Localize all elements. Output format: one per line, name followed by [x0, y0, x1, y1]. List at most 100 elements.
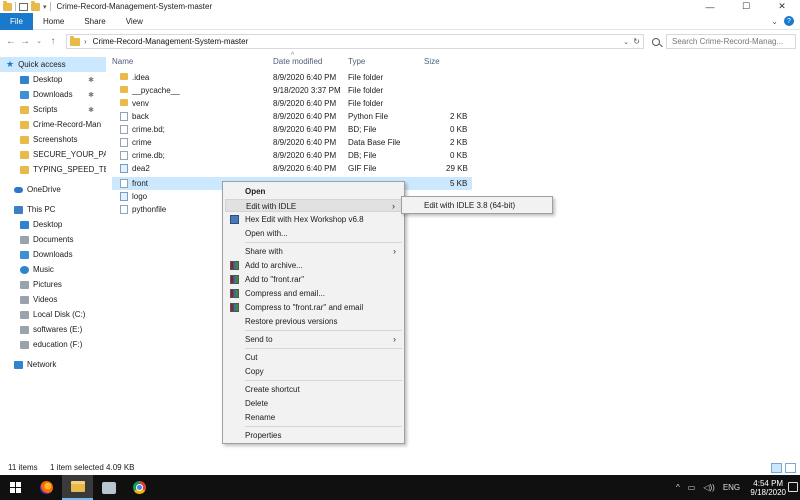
menu-item-rename[interactable]: Rename — [225, 411, 402, 424]
recent-locations-icon[interactable]: ⌄ — [32, 37, 46, 45]
properties-icon[interactable] — [19, 2, 28, 11]
menu-item-add-to-archive[interactable]: Add to archive... — [225, 259, 402, 272]
breadcrumb-path[interactable]: Crime-Record-Management-System-master — [93, 37, 249, 46]
documents-icon — [20, 235, 29, 244]
search-input[interactable]: Search Crime-Record-Manag... — [666, 34, 796, 49]
close-button[interactable]: ✕ — [764, 0, 800, 13]
expand-ribbon-icon[interactable]: ⌄ — [771, 17, 778, 26]
list-item[interactable]: __pycache__ 9/18/2020 3:37 PM File folde… — [112, 84, 472, 97]
submenu-arrow-icon: › — [392, 201, 395, 211]
nav-education-f[interactable]: education (F:) — [0, 337, 106, 352]
nav-local-disk-c[interactable]: Local Disk (C:) — [0, 307, 106, 322]
menu-item-delete[interactable]: Delete — [225, 397, 402, 410]
column-headers: ^ Name Date modified Type Size — [106, 52, 800, 68]
nav-network[interactable]: Network — [0, 357, 106, 372]
menu-item-compress-and-email[interactable]: Compress and email... — [225, 287, 402, 300]
taskbar-file-explorer[interactable] — [62, 475, 93, 500]
menu-item-edit-with-idle-3-8[interactable]: Edit with IDLE 3.8 (64-bit) — [404, 199, 550, 212]
tab-home[interactable]: Home — [33, 17, 74, 26]
customize-quick-access-icon[interactable]: ▾ — [43, 3, 47, 11]
details-view-icon[interactable] — [771, 463, 782, 473]
nav-crime-record[interactable]: Crime-Record-Man — [0, 117, 106, 132]
nav-onedrive[interactable]: OneDrive — [0, 182, 106, 197]
address-dropdown-icon[interactable]: ⌄ — [623, 38, 629, 46]
folder-icon — [3, 0, 12, 11]
file-type: GIF File — [348, 164, 377, 173]
help-icon[interactable]: ? — [784, 16, 794, 26]
menu-item-create-shortcut[interactable]: Create shortcut — [225, 383, 402, 396]
back-arrow-icon[interactable]: ← — [4, 36, 18, 47]
nav-this-pc[interactable]: This PC — [0, 202, 106, 217]
menu-item-open[interactable]: Open — [225, 185, 402, 198]
column-type[interactable]: Type — [348, 57, 365, 66]
nav-label: Music — [33, 265, 54, 274]
nav-scripts[interactable]: Scripts ✱ — [0, 102, 106, 117]
battery-icon[interactable]: ▭ — [688, 483, 696, 492]
context-menu: Open Edit with IDLE › Hex Edit with Hex … — [222, 181, 405, 444]
tab-view[interactable]: View — [116, 17, 153, 26]
nav-label: Network — [27, 360, 57, 369]
menu-item-cut[interactable]: Cut — [225, 351, 402, 364]
nav-desktop-pinned[interactable]: Desktop ✱ — [0, 72, 106, 87]
nav-music[interactable]: Music — [0, 262, 106, 277]
list-item[interactable]: crime.db; 8/9/2020 6:40 PM DB; File 0 KB — [112, 149, 472, 162]
navigation-pane: ★ Quick access Desktop ✱ Downloads ✱ Scr… — [0, 54, 106, 456]
list-item[interactable]: crime.bd; 8/9/2020 6:40 PM BD; File 0 KB — [112, 123, 472, 136]
menu-item-hex-edit[interactable]: Hex Edit with Hex Workshop v6.8 — [225, 213, 402, 226]
menu-item-open-with[interactable]: Open with... — [225, 227, 402, 240]
folder-icon — [120, 99, 128, 106]
language-indicator[interactable]: ENG — [723, 483, 740, 492]
menu-item-copy[interactable]: Copy — [225, 365, 402, 378]
list-item[interactable]: .idea 8/9/2020 6:40 PM File folder — [112, 71, 472, 84]
maximize-button[interactable]: ☐ — [728, 0, 764, 13]
refresh-icon[interactable]: ↻ — [633, 37, 640, 46]
nav-desktop[interactable]: Desktop — [0, 217, 106, 232]
notifications-icon[interactable] — [788, 482, 798, 492]
menu-item-properties[interactable]: Properties — [225, 429, 402, 442]
nav-label: Screenshots — [33, 135, 78, 144]
windows-logo-icon — [10, 482, 21, 493]
minimize-button[interactable]: — — [692, 0, 728, 13]
menu-item-add-to-front-rar[interactable]: Add to "front.rar" — [225, 273, 402, 286]
column-date-modified[interactable]: Date modified — [273, 57, 322, 66]
downloads-icon — [20, 250, 29, 259]
nav-quick-access[interactable]: ★ Quick access — [0, 57, 106, 72]
menu-divider — [245, 426, 402, 427]
address-bar[interactable]: › Crime-Record-Management-System-master … — [66, 34, 644, 49]
nav-pictures[interactable]: Pictures — [0, 277, 106, 292]
list-item[interactable]: venv 8/9/2020 6:40 PM File folder — [112, 97, 472, 110]
status-bar: 11 items 1 item selected 4.09 KB — [0, 460, 800, 475]
up-arrow-icon[interactable]: ↑ — [46, 36, 60, 47]
tab-share[interactable]: Share — [74, 17, 115, 26]
taskbar-firefox[interactable] — [31, 475, 62, 500]
large-icons-view-icon[interactable] — [785, 463, 796, 473]
nav-secure-your-pas[interactable]: SECURE_YOUR_PAS — [0, 147, 106, 162]
new-folder-icon[interactable] — [31, 0, 40, 11]
menu-item-edit-with-idle[interactable]: Edit with IDLE › — [225, 199, 402, 212]
column-size[interactable]: Size — [424, 57, 440, 66]
list-item[interactable]: dea2 8/9/2020 6:40 PM GIF File 29 KB — [112, 162, 472, 175]
volume-icon[interactable]: ◁)) — [703, 483, 714, 492]
menu-item-restore-previous-versions[interactable]: Restore previous versions — [225, 315, 402, 328]
nav-downloads[interactable]: Downloads — [0, 247, 106, 262]
menu-item-compress-to-front-rar-email[interactable]: Compress to "front.rar" and email — [225, 301, 402, 314]
system-tray: ^ ▭ ◁)) ENG — [676, 475, 740, 500]
nav-typing-speed[interactable]: TYPING_SPEED_TES — [0, 162, 106, 177]
nav-softwares-e[interactable]: softwares (E:) — [0, 322, 106, 337]
start-button[interactable] — [0, 475, 31, 500]
clock[interactable]: 4:54 PM 9/18/2020 — [750, 479, 786, 497]
tab-file[interactable]: File — [0, 12, 33, 30]
nav-downloads-pinned[interactable]: Downloads ✱ — [0, 87, 106, 102]
list-item[interactable]: crime 8/9/2020 6:40 PM Data Base File 2 … — [112, 136, 472, 149]
list-item[interactable]: back 8/9/2020 6:40 PM Python File 2 KB — [112, 110, 472, 123]
taskbar-chrome[interactable] — [124, 475, 155, 500]
menu-item-share-with[interactable]: Share with › — [225, 245, 402, 258]
show-hidden-icons-icon[interactable]: ^ — [676, 483, 680, 492]
column-name[interactable]: Name — [112, 57, 133, 66]
menu-item-send-to[interactable]: Send to › — [225, 333, 402, 346]
nav-documents[interactable]: Documents — [0, 232, 106, 247]
taskbar-snipping-tool[interactable] — [93, 475, 124, 500]
nav-videos[interactable]: Videos — [0, 292, 106, 307]
forward-arrow-icon[interactable]: → — [18, 36, 32, 47]
nav-screenshots[interactable]: Screenshots — [0, 132, 106, 147]
